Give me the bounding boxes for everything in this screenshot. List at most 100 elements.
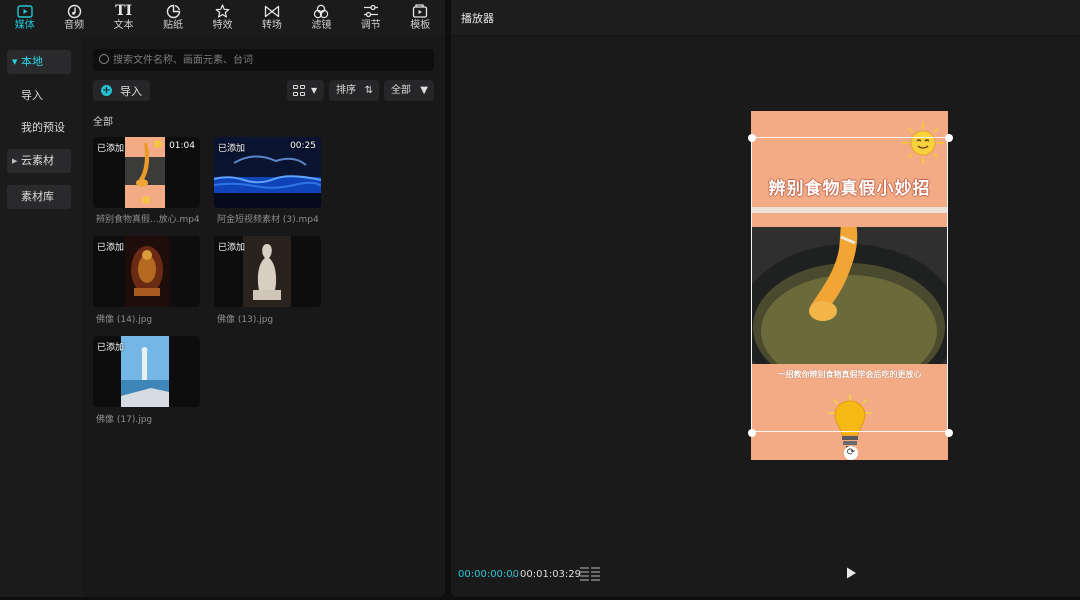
effects-icon <box>213 3 231 19</box>
sort-label: 排序 <box>336 85 356 96</box>
resize-handle[interactable] <box>945 429 953 437</box>
file-name: 佛像 (14).jpg <box>96 315 153 325</box>
tab-effects[interactable]: 特效 <box>198 0 247 36</box>
filter-button[interactable]: 全部 ▼ <box>384 80 434 101</box>
tab-label: 滤镜 <box>311 20 332 31</box>
media-panel: 媒体 音频 TI 文本 贴纸 特效 转场 滤镜 调节 模板 ▼ 本地 导入 我的… <box>0 0 445 597</box>
tab-sticker[interactable]: 贴纸 <box>148 0 197 36</box>
lightbulb-sticker-icon <box>828 394 872 449</box>
media-area: + 导入 ▼ 排序 ⇅ 全部 ▼ 全部 已添加 0 <box>82 36 445 597</box>
timecode-grid-icon[interactable] <box>580 567 600 581</box>
tab-template[interactable]: 模板 <box>396 0 445 36</box>
sidebar-item-label: 导入 <box>21 89 43 102</box>
media-item[interactable]: 已添加 00:25 <box>214 137 321 208</box>
added-badge: 已添加 <box>97 144 125 154</box>
plus-icon: + <box>101 85 112 96</box>
funnel-icon: ▼ <box>420 85 428 96</box>
tab-audio[interactable]: 音频 <box>49 0 98 36</box>
tab-label: 转场 <box>261 20 282 31</box>
preview-photo <box>751 227 948 364</box>
import-button[interactable]: + 导入 <box>93 80 150 101</box>
sidebar-item-local[interactable]: ▼ 本地 <box>7 50 71 74</box>
duration-label: 01:04 <box>169 141 195 151</box>
sidebar-item-label: 本地 <box>21 55 43 68</box>
added-badge: 已添加 <box>97 243 125 253</box>
player-title: 播放器 <box>461 12 494 25</box>
resize-handle[interactable] <box>748 429 756 437</box>
sun-sticker-icon <box>902 122 944 164</box>
sidebar-item-label: 素材库 <box>21 190 54 203</box>
file-name: 佛像 (13).jpg <box>217 315 274 325</box>
preview-canvas[interactable]: 辨别食物真假小妙招 一招教你辨别食物真假学会后吃的更放心 <box>751 111 948 460</box>
media-icon <box>16 3 34 19</box>
rotate-icon[interactable]: ⟳ <box>844 446 858 460</box>
tab-filter[interactable]: 滤镜 <box>297 0 346 36</box>
search-bar[interactable] <box>93 49 434 71</box>
adjust-icon <box>362 3 380 19</box>
file-name: 辨别食物真假...放心.mp4 <box>96 215 200 225</box>
added-badge: 已添加 <box>97 343 125 353</box>
tab-label: 贴纸 <box>163 20 184 31</box>
tab-label: 音频 <box>64 20 85 31</box>
audio-icon <box>65 3 83 19</box>
media-item[interactable]: 已添加 <box>93 236 200 307</box>
player-header: 播放器 <box>451 0 1080 36</box>
time-separator: / <box>512 569 516 580</box>
tab-label: 媒体 <box>14 20 35 31</box>
sticker-icon <box>164 3 182 19</box>
tab-label: 模板 <box>410 20 431 31</box>
file-name: 阿金短视频素材 (3).mp4 <box>217 215 319 225</box>
thumbnail-image <box>125 137 165 208</box>
current-time: 00:00:00:00 <box>458 569 520 580</box>
tab-adjust[interactable]: 调节 <box>346 0 395 36</box>
thumbnail-image <box>121 336 169 407</box>
transition-icon <box>263 3 281 19</box>
sidebar-item-my-presets[interactable]: 我的预设 <box>7 116 71 140</box>
media-item[interactable]: 已添加 <box>93 336 200 407</box>
added-badge: 已添加 <box>218 243 246 253</box>
file-name: 佛像 (17).jpg <box>96 415 153 425</box>
duration-label: 00:25 <box>290 141 316 151</box>
chevron-down-icon: ▼ <box>311 86 318 95</box>
filter-label: 全部 <box>391 85 411 96</box>
thumbnail-image <box>243 236 291 307</box>
media-item[interactable]: 已添加 01:04 <box>93 137 200 208</box>
play-icon[interactable] <box>844 566 858 580</box>
sidebar-item-label: 我的预设 <box>21 121 65 134</box>
sidebar-item-label: 云素材 <box>21 154 54 167</box>
preview-divider <box>751 207 948 213</box>
sort-button[interactable]: 排序 ⇅ <box>329 80 379 101</box>
import-label: 导入 <box>120 85 142 98</box>
sidebar-item-library[interactable]: 素材库 <box>7 185 71 209</box>
tab-media[interactable]: 媒体 <box>0 0 49 36</box>
filter-icon <box>312 3 330 19</box>
view-mode-button[interactable]: ▼ <box>287 80 324 101</box>
resize-handle[interactable] <box>945 134 953 142</box>
thumbnail-image <box>125 236 169 307</box>
text-icon: TI <box>115 3 133 19</box>
tab-label: 特效 <box>212 20 233 31</box>
player-panel: 播放器 辨别食物真假小妙招 一招教你辨别食物真假学会后吃的更放心 ⟳ 00:00… <box>451 0 1080 597</box>
tab-text[interactable]: TI 文本 <box>99 0 148 36</box>
sidebar: ▼ 本地 导入 我的预设 ▶ 云素材 素材库 <box>0 36 82 597</box>
preview-title-text: 辨别食物真假小妙招 <box>768 179 931 199</box>
caret-down-icon: ▼ <box>12 58 18 66</box>
section-heading: 全部 <box>93 117 113 128</box>
media-item[interactable]: 已添加 <box>214 236 321 307</box>
preview-subtitle-text: 一招教你辨别食物真假学会后吃的更放心 <box>777 370 922 379</box>
tab-transition[interactable]: 转场 <box>247 0 296 36</box>
added-badge: 已添加 <box>218 144 246 154</box>
top-tab-bar: 媒体 音频 TI 文本 贴纸 特效 转场 滤镜 调节 模板 <box>0 0 445 36</box>
sidebar-item-cloud[interactable]: ▶ 云素材 <box>7 149 71 173</box>
sidebar-item-import[interactable]: 导入 <box>7 84 71 108</box>
caret-right-icon: ▶ <box>12 157 18 165</box>
search-icon <box>99 54 109 64</box>
tab-label: 调节 <box>360 20 381 31</box>
sort-icon: ⇅ <box>364 85 373 96</box>
total-time: 00:01:03:29 <box>520 569 582 580</box>
resize-handle[interactable] <box>748 134 756 142</box>
template-icon <box>411 3 429 19</box>
grid-view-icon <box>293 85 305 96</box>
tab-label: 文本 <box>113 20 134 31</box>
search-input[interactable] <box>113 49 423 71</box>
